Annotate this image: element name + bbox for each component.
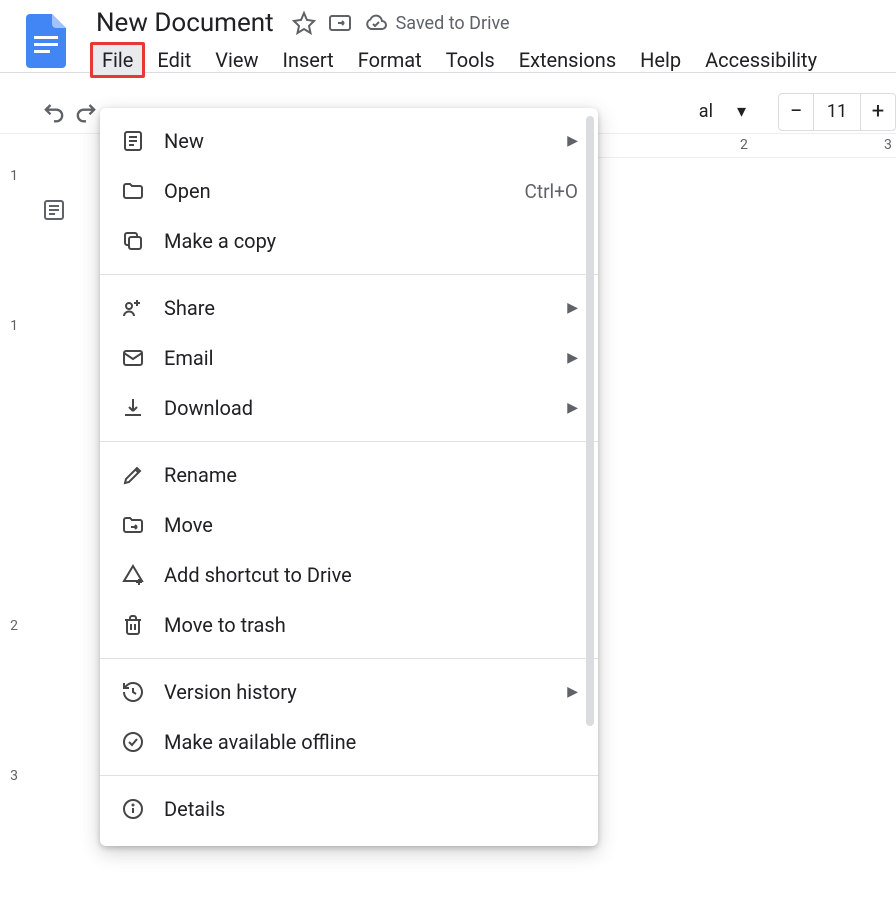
menu-separator	[100, 274, 598, 275]
share-icon	[120, 295, 146, 321]
dropdown-scrollbar[interactable]	[586, 116, 594, 726]
menu-item-label: Share	[164, 296, 549, 320]
submenu-arrow-icon: ▶	[567, 400, 578, 416]
menu-item-label: Make a copy	[164, 229, 578, 253]
paragraph-style-select[interactable]: al ▾	[689, 101, 756, 122]
font-size-control: − 11 +	[778, 93, 896, 131]
ruler-tick: 2	[0, 618, 28, 768]
menu-tools[interactable]: Tools	[434, 42, 507, 78]
ruler-tick: 2	[740, 137, 748, 153]
menu-help[interactable]: Help	[628, 42, 693, 78]
ruler-tick: 1	[0, 318, 28, 618]
document-title[interactable]: New Document	[90, 8, 280, 38]
email-icon	[120, 345, 146, 371]
menu-item-rename[interactable]: Rename	[100, 450, 598, 500]
chevron-down-icon: ▾	[737, 101, 746, 122]
shortcut-icon	[120, 562, 146, 588]
menu-item-label: Move to trash	[164, 613, 578, 637]
submenu-arrow-icon: ▶	[567, 350, 578, 366]
move-icon	[120, 512, 146, 538]
docs-logo-icon[interactable]	[26, 14, 66, 68]
ruler-tick: 3	[884, 137, 892, 153]
menu-insert[interactable]: Insert	[271, 42, 346, 78]
style-select-label: al	[699, 101, 713, 122]
ruler-tick: 3	[0, 768, 28, 918]
menu-separator	[100, 775, 598, 776]
cloud-icon	[364, 11, 388, 35]
file-menu-dropdown: New▶OpenCtrl+OMake a copyShare▶Email▶Dow…	[100, 108, 598, 846]
menu-view[interactable]: View	[203, 42, 270, 78]
star-icon[interactable]	[292, 11, 316, 35]
font-size-increase[interactable]: +	[861, 94, 895, 130]
menu-extensions[interactable]: Extensions	[507, 42, 628, 78]
outline-icon[interactable]	[42, 198, 66, 918]
outline-sidebar	[28, 158, 80, 918]
menu-item-move-to-trash[interactable]: Move to trash	[100, 600, 598, 650]
trash-icon	[120, 612, 146, 638]
menu-item-label: Email	[164, 346, 549, 370]
vertical-ruler[interactable]: 1 1 2 3	[0, 158, 28, 918]
menu-item-label: Move	[164, 513, 578, 537]
history-icon	[120, 679, 146, 705]
menu-item-label: Open	[164, 179, 507, 203]
offline-icon	[120, 729, 146, 755]
cloud-status[interactable]: Saved to Drive	[364, 11, 510, 35]
submenu-arrow-icon: ▶	[567, 300, 578, 316]
menu-format[interactable]: Format	[346, 42, 434, 78]
menu-item-share[interactable]: Share ▶	[100, 283, 598, 333]
rename-icon	[120, 462, 146, 488]
menu-item-label: Make available offline	[164, 730, 578, 754]
menu-item-open[interactable]: Open Ctrl+O	[100, 166, 598, 216]
copy-icon	[120, 228, 146, 254]
redo-icon[interactable]	[72, 98, 100, 126]
menu-item-move[interactable]: Move	[100, 500, 598, 550]
menu-item-make-a-copy[interactable]: Make a copy	[100, 216, 598, 266]
menubar: File Edit View Insert Format Tools Exten…	[90, 42, 896, 78]
menu-item-new[interactable]: New ▶	[100, 116, 598, 166]
menu-item-email[interactable]: Email ▶	[100, 333, 598, 383]
menu-separator	[100, 658, 598, 659]
menu-accessibility[interactable]: Accessibility	[693, 42, 829, 78]
menu-item-download[interactable]: Download ▶	[100, 383, 598, 433]
font-size-decrease[interactable]: −	[779, 94, 813, 130]
header: New Document Saved to Drive File Edit Vi…	[0, 0, 896, 78]
font-size-value[interactable]: 11	[813, 94, 861, 130]
menu-item-label: Rename	[164, 463, 578, 487]
details-icon	[120, 796, 146, 822]
menu-item-make-available-offline[interactable]: Make available offline	[100, 717, 598, 767]
submenu-arrow-icon: ▶	[567, 684, 578, 700]
undo-icon[interactable]	[40, 98, 68, 126]
menu-item-label: Download	[164, 396, 549, 420]
move-icon[interactable]	[328, 11, 352, 35]
menu-item-label: Add shortcut to Drive	[164, 563, 578, 587]
download-icon	[120, 395, 146, 421]
menu-shortcut: Ctrl+O	[525, 180, 579, 203]
saved-text: Saved to Drive	[396, 13, 510, 34]
new-icon	[120, 128, 146, 154]
menu-edit[interactable]: Edit	[145, 42, 203, 78]
menu-separator	[100, 441, 598, 442]
menu-item-version-history[interactable]: Version history ▶	[100, 667, 598, 717]
submenu-arrow-icon: ▶	[567, 133, 578, 149]
menu-item-label: Details	[164, 797, 578, 821]
menu-file[interactable]: File	[90, 42, 145, 78]
menu-item-label: Version history	[164, 680, 549, 704]
menu-item-add-shortcut-to-drive[interactable]: Add shortcut to Drive	[100, 550, 598, 600]
ruler-tick: 1	[0, 168, 28, 318]
open-icon	[120, 178, 146, 204]
menu-item-label: New	[164, 129, 549, 153]
menu-item-details[interactable]: Details	[100, 784, 598, 834]
